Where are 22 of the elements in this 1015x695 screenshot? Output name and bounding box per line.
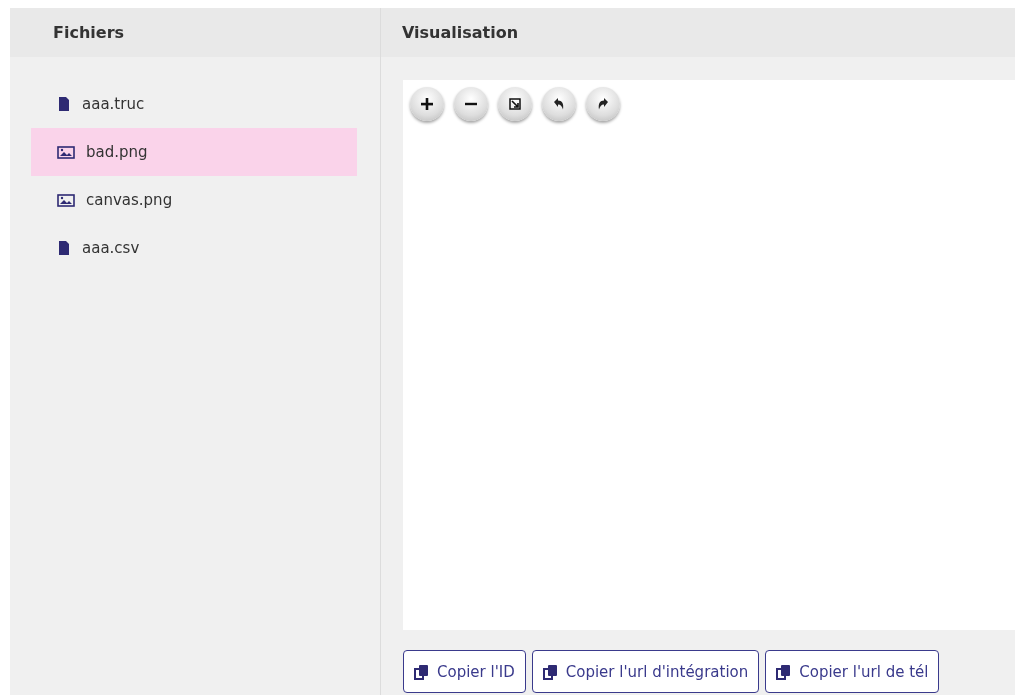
- zoom-in-button[interactable]: [410, 87, 444, 121]
- file-item[interactable]: canvas.png: [31, 176, 357, 224]
- file-item[interactable]: aaa.csv: [31, 224, 357, 272]
- copy-icon: [414, 663, 431, 680]
- image-icon: [57, 192, 75, 208]
- plus-icon: [419, 96, 435, 112]
- document-icon: [57, 96, 71, 112]
- fit-icon: [507, 96, 523, 112]
- fit-button[interactable]: [498, 87, 532, 121]
- zoom-out-button[interactable]: [454, 87, 488, 121]
- rotate-left-button[interactable]: [542, 87, 576, 121]
- file-item[interactable]: aaa.truc: [31, 80, 357, 128]
- file-item[interactable]: bad.png: [31, 128, 357, 176]
- panel-title: Fichiers: [53, 23, 125, 42]
- image-icon: [57, 144, 75, 160]
- panel-title: Visualisation: [402, 23, 519, 42]
- copy-button[interactable]: Copier l'url de tél: [765, 650, 940, 693]
- rotate-right-button[interactable]: [586, 87, 620, 121]
- copy-button[interactable]: Copier l'ID: [403, 650, 526, 693]
- copy-icon: [542, 663, 560, 680]
- copy-button[interactable]: Copier l'url d'intégration: [531, 650, 760, 693]
- document-icon: [57, 240, 71, 256]
